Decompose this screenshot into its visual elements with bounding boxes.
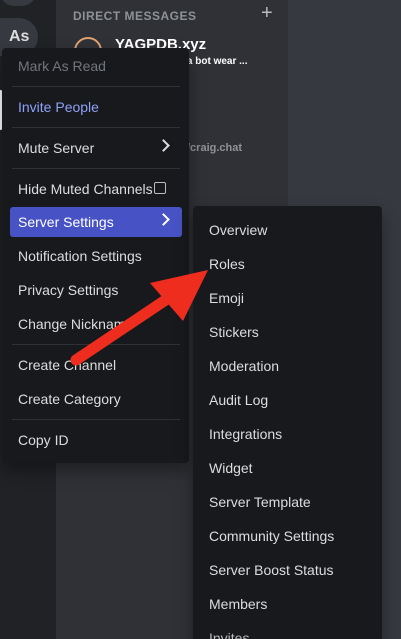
submenu-item-emoji[interactable]: Emoji: [201, 283, 373, 313]
menu-divider: [12, 419, 180, 420]
discord-window: As DIRECT MESSAGES + YAGPDB.xyz es a bot…: [0, 0, 401, 639]
submenu-item-label: Integrations: [209, 426, 283, 442]
server-icon-previous[interactable]: [0, 0, 36, 6]
submenu-item-server-template[interactable]: Server Template: [201, 487, 373, 517]
dm-link[interactable]: /craig.chat: [187, 142, 242, 154]
submenu-item-moderation[interactable]: Moderation: [201, 351, 373, 381]
submenu-item-overview[interactable]: Overview: [201, 215, 373, 245]
submenu-item-label: Roles: [209, 256, 245, 272]
menu-item-mute-server[interactable]: Mute Server: [10, 133, 182, 163]
submenu-item-stickers[interactable]: Stickers: [201, 317, 373, 347]
menu-item-create-channel[interactable]: Create Channel: [10, 350, 182, 380]
server-settings-submenu: Overview Roles Emoji Stickers Moderation…: [193, 206, 382, 639]
submenu-item-label: Audit Log: [209, 392, 269, 408]
submenu-item-label: Widget: [209, 460, 253, 476]
menu-item-label: Hide Muted Channels: [18, 181, 153, 197]
menu-item-mark-as-read[interactable]: Mark As Read: [10, 51, 182, 81]
submenu-item-roles[interactable]: Roles: [201, 249, 373, 279]
menu-item-label: Invite People: [18, 99, 99, 115]
submenu-item-invites[interactable]: Invites: [201, 623, 373, 639]
chevron-right-icon: [157, 213, 170, 226]
submenu-item-label: Overview: [209, 222, 268, 238]
submenu-item-members[interactable]: Members: [201, 589, 373, 619]
submenu-item-label: Server Boost Status: [209, 562, 334, 578]
menu-item-label: Copy ID: [18, 432, 69, 448]
menu-divider: [12, 168, 180, 169]
submenu-item-label: Moderation: [209, 358, 280, 374]
menu-item-label: Privacy Settings: [18, 282, 119, 298]
server-context-menu: Mark As Read Invite People Mute Server H…: [2, 48, 189, 463]
submenu-item-server-boost-status[interactable]: Server Boost Status: [201, 555, 373, 585]
submenu-item-widget[interactable]: Widget: [201, 453, 373, 483]
menu-item-notification-settings[interactable]: Notification Settings: [10, 241, 182, 271]
menu-item-label: Mute Server: [18, 140, 95, 156]
menu-item-label: Server Settings: [18, 214, 114, 230]
menu-item-copy-id[interactable]: Copy ID: [10, 425, 182, 455]
dm-section-header: DIRECT MESSAGES: [73, 9, 197, 23]
submenu-item-audit-log[interactable]: Audit Log: [201, 385, 373, 415]
submenu-item-label: Server Template: [209, 494, 311, 510]
menu-item-privacy-settings[interactable]: Privacy Settings: [10, 275, 182, 305]
menu-item-change-nickname[interactable]: Change Nickname: [10, 309, 182, 339]
chevron-right-icon: [157, 139, 170, 152]
menu-item-server-settings[interactable]: Server Settings: [10, 207, 182, 237]
submenu-item-label: Emoji: [209, 290, 245, 306]
menu-divider: [12, 86, 180, 87]
hide-muted-checkbox[interactable]: [154, 182, 166, 194]
server-initials: As: [9, 28, 30, 45]
submenu-item-label: Stickers: [209, 324, 259, 340]
submenu-item-integrations[interactable]: Integrations: [201, 419, 373, 449]
menu-item-label: Change Nickname: [18, 316, 134, 332]
submenu-item-label: Community Settings: [209, 528, 335, 544]
menu-item-hide-muted-channels[interactable]: Hide Muted Channels: [10, 174, 182, 204]
menu-item-create-category[interactable]: Create Category: [10, 384, 182, 414]
submenu-item-label: Members: [209, 596, 268, 612]
menu-divider: [12, 344, 180, 345]
plus-icon[interactable]: +: [261, 3, 273, 23]
menu-divider: [12, 127, 180, 128]
menu-item-invite-people[interactable]: Invite People: [10, 92, 182, 122]
menu-item-label: Create Channel: [18, 357, 117, 373]
submenu-item-label: Invites: [209, 630, 250, 639]
menu-item-label: Create Category: [18, 391, 121, 407]
submenu-item-community-settings[interactable]: Community Settings: [201, 521, 373, 551]
menu-item-label: Notification Settings: [18, 248, 142, 264]
menu-item-label: Mark As Read: [18, 58, 106, 74]
